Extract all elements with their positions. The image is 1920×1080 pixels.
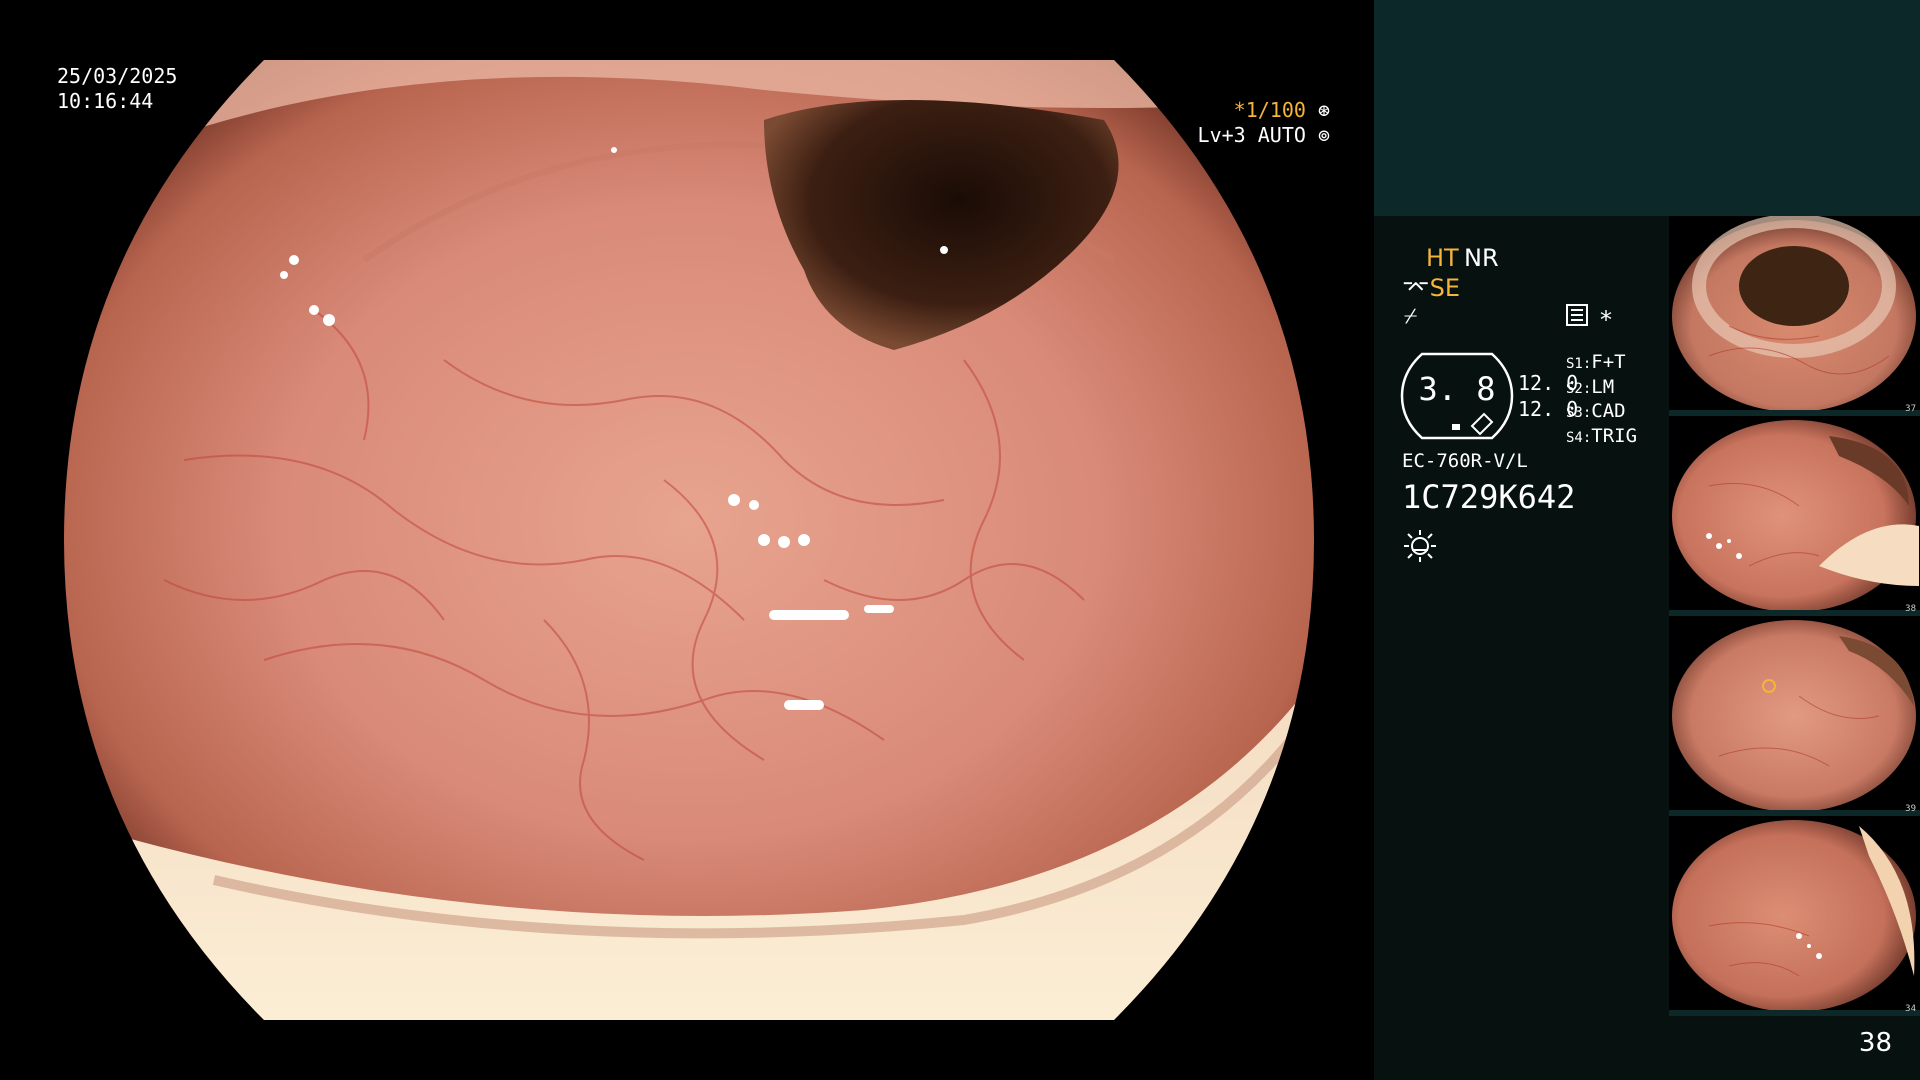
thumbnail-number: 39 [1905, 804, 1916, 814]
scope-serial: 1C729K642 [1402, 478, 1576, 516]
thumbnail-capture[interactable]: 39 [1669, 616, 1920, 816]
thumbnail-footer [1669, 1010, 1920, 1016]
gauge-value: 3. 8 [1418, 370, 1496, 408]
thumbnail-image [1672, 216, 1916, 412]
thumbnail-image [1672, 420, 1919, 612]
scope-model: EC-760R-V/L [1402, 450, 1528, 472]
switch-s3: S3:CAD [1566, 400, 1626, 423]
switch-s1: S1:F+T [1566, 351, 1626, 373]
scope-tip-icon: ⌤ [1402, 274, 1430, 302]
switch-s4: S4:TRIG [1566, 425, 1638, 448]
page-number: 38 [1858, 1028, 1892, 1058]
mode-nr-label: NR [1464, 244, 1499, 272]
panel-icon [1566, 304, 1588, 326]
mode-ht-label: HT [1426, 244, 1459, 272]
thumbnail-capture[interactable]: 34 [1669, 816, 1920, 1016]
light-source-icon [1402, 528, 1438, 564]
endoscopic-image [64, 60, 1314, 1020]
thumbnail-number: 34 [1905, 1004, 1916, 1014]
switch-s2: S2:LM [1566, 375, 1615, 398]
thumbnail-number: 38 [1905, 604, 1916, 614]
thumbnail-number: 37 [1905, 404, 1916, 414]
colon-lumen-image [64, 60, 1314, 1020]
side-panel-header [1374, 0, 1920, 216]
star-marker: * [1600, 306, 1612, 334]
thumbnail-image [1672, 620, 1916, 812]
freeze-icon: ⌿ [1404, 304, 1418, 329]
thumbnail-image [1672, 820, 1916, 1012]
se-indicator: ⌤SE [1402, 274, 1460, 302]
thumbnail-capture[interactable]: 37 [1669, 216, 1920, 416]
thumbnail-capture[interactable]: 38 [1669, 416, 1920, 616]
capture-thumbnails: 37 38 39 34 [1669, 216, 1920, 1016]
gauge-display: 3. 8 [1400, 350, 1514, 442]
se-label: SE [1429, 274, 1461, 302]
main-endoscope-view: 25/03/2025 10:16:44 *1/100 ⊛ Lv+3 AUTO ⊚ [0, 0, 1374, 1080]
switch-assignments: S1:F+T S2:LM S3:CAD S4:TRIG [1566, 350, 1637, 449]
